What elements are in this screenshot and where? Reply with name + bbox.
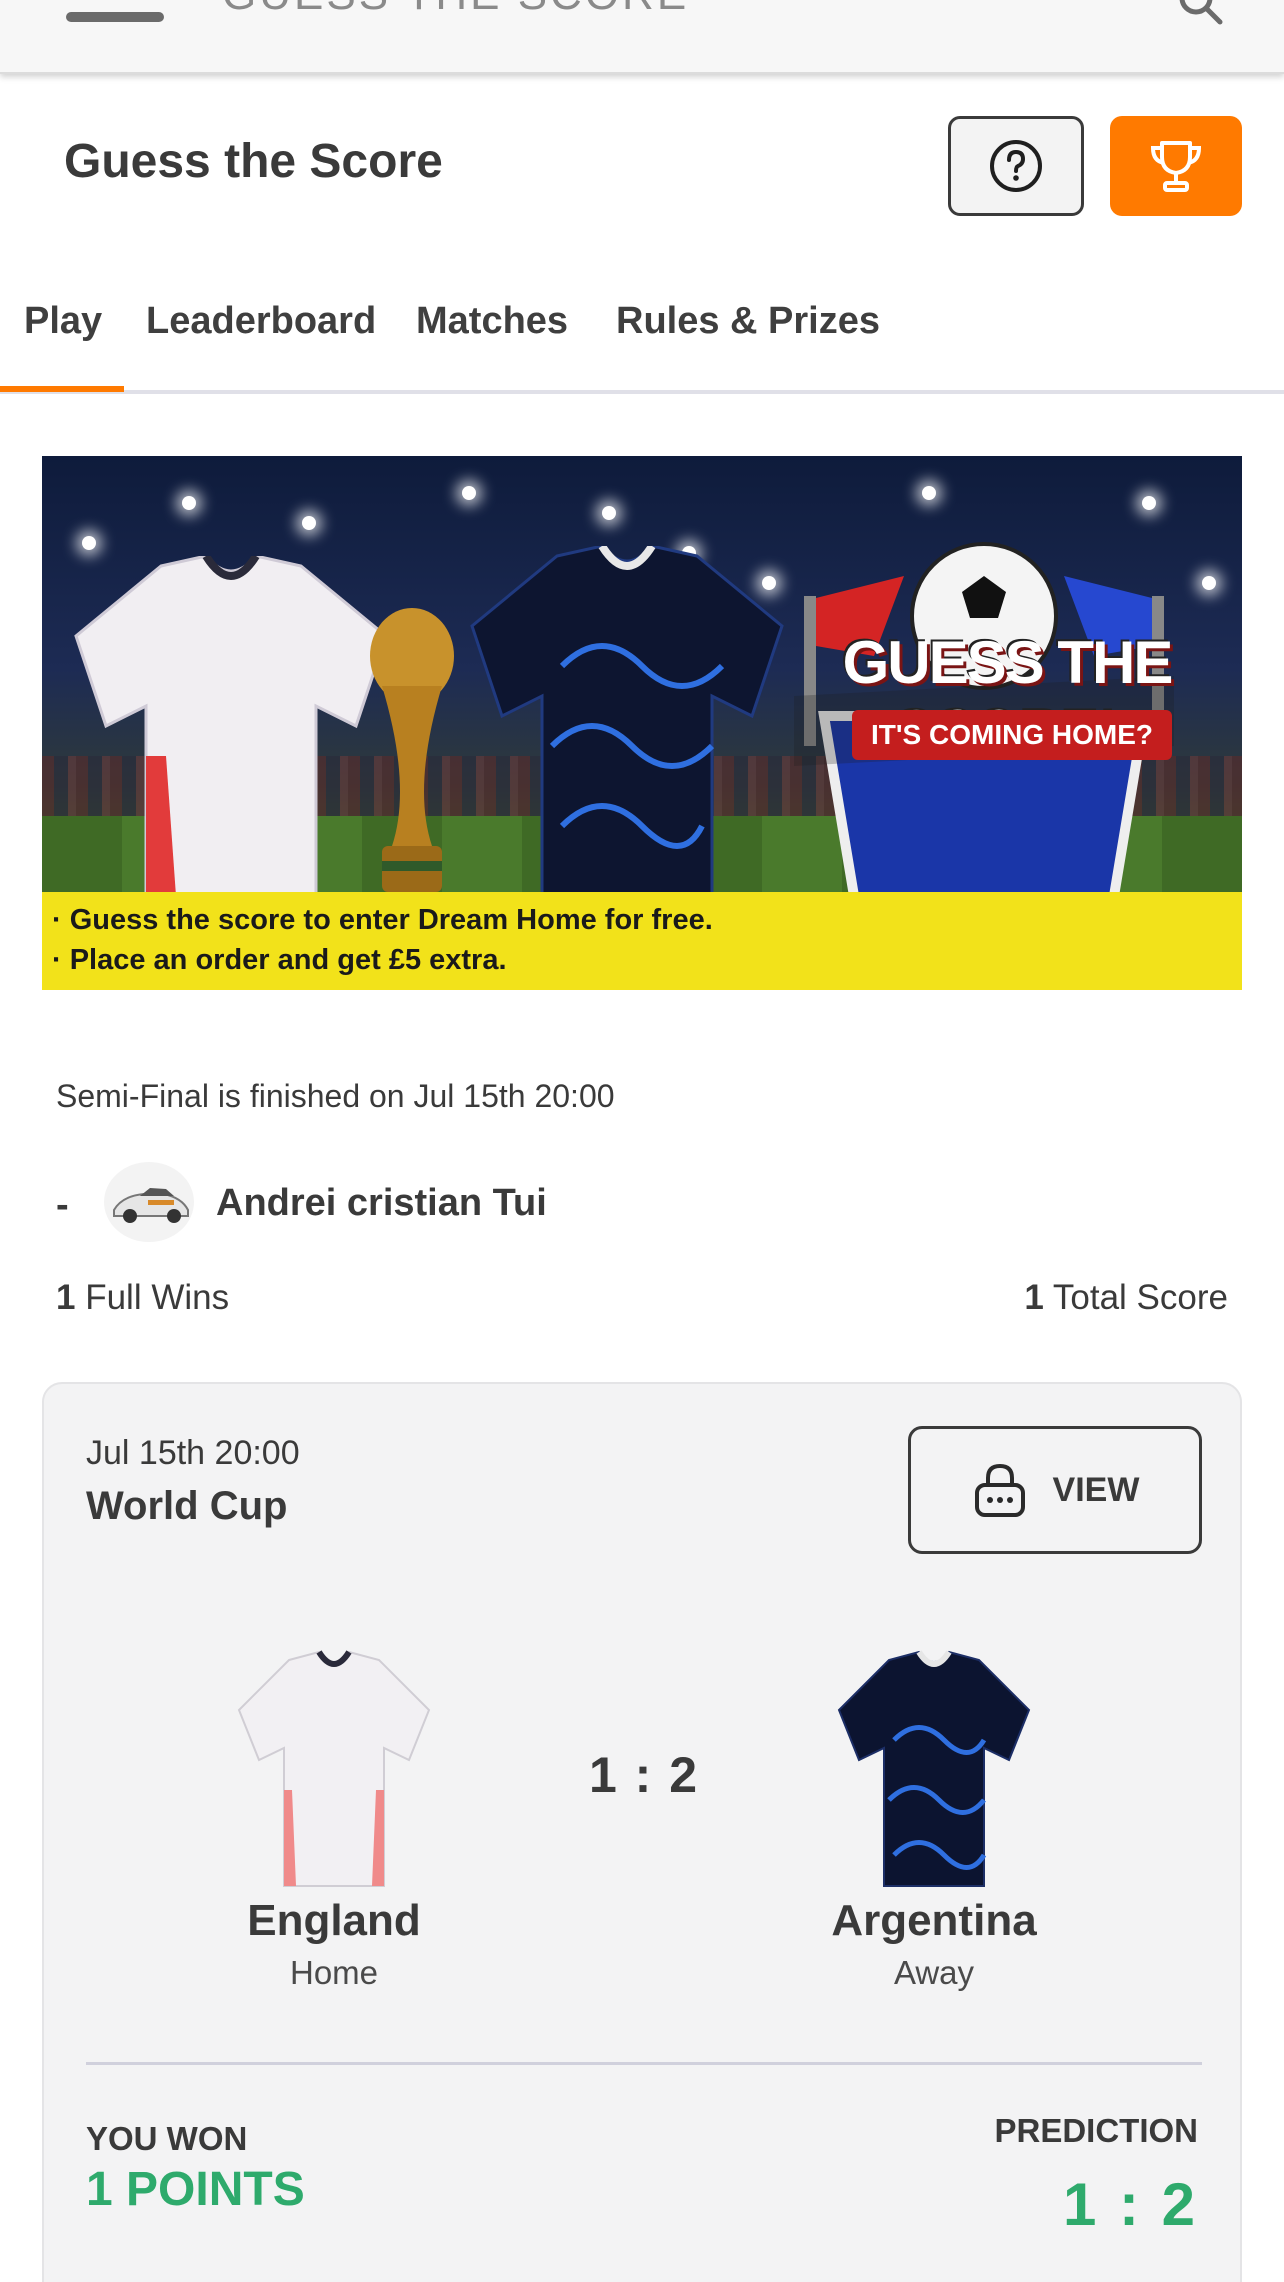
question-circle-icon — [990, 140, 1042, 192]
page-header: Guess the Score — [0, 74, 1284, 254]
total-score-value: 1 — [1024, 1278, 1044, 1317]
user-rank: - — [56, 1184, 69, 1226]
away-shirt-image — [837, 1650, 1031, 1887]
stats-row: 1 Full Wins 1 Total Score — [56, 1278, 1228, 1328]
away-team-name: Argentina — [831, 1896, 1037, 1945]
argentina-shirt-image — [470, 546, 784, 896]
prediction-label: PREDICTION — [994, 2112, 1198, 2149]
car-avatar-icon — [113, 1188, 189, 1223]
active-tab-indicator — [0, 386, 124, 392]
match-score: 1 : 2 — [588, 1747, 700, 1803]
menu-icon[interactable] — [66, 12, 164, 28]
banner-logo-subtitle: IT'S COMING HOME? — [852, 710, 1172, 760]
match-competition: World Cup — [86, 1484, 288, 1528]
banner-line-2: · Place an order and get £5 extra. — [52, 944, 507, 976]
search-icon[interactable] — [1178, 0, 1224, 26]
total-score-stat: 1 Total Score — [1024, 1278, 1228, 1318]
full-wins-value: 1 — [56, 1278, 76, 1317]
trophy-button[interactable] — [1110, 116, 1242, 216]
user-name: Andrei cristian Tui — [216, 1182, 547, 1224]
tab-play[interactable]: Play — [24, 300, 102, 343]
app-bar: GUESS THE SCORE — [0, 0, 1284, 74]
trophy-icon — [1150, 141, 1202, 192]
avatar — [104, 1162, 194, 1242]
full-wins-label: Full Wins — [85, 1278, 230, 1317]
app-bar-title: GUESS THE SCORE — [222, 0, 689, 20]
match-date: Jul 15th 20:00 — [86, 1434, 300, 1472]
promo-banner[interactable]: GUESS THE SCORE! IT'S COMING HOME? · Gue… — [42, 456, 1242, 990]
help-button[interactable] — [948, 116, 1084, 216]
away-team: Argentina Away — [784, 1650, 1084, 1992]
home-shirt-image — [237, 1650, 431, 1887]
match-card: Jul 15th 20:00 World Cup VIEW England Ho… — [42, 1382, 1242, 2282]
page-title: Guess the Score — [64, 135, 443, 188]
home-team-label: Home — [289, 1954, 379, 1991]
you-won-label: YOU WON — [86, 2120, 248, 2157]
home-team: England Home — [184, 1650, 484, 1992]
card-divider — [86, 2062, 1202, 2065]
user-row: - Andrei cristian Tui — [56, 1162, 1236, 1242]
tab-rules-prizes[interactable]: Rules & Prizes — [616, 300, 880, 343]
prediction-value: 1 : 2 — [1062, 2171, 1198, 2238]
round-status-text: Semi-Final is finished on Jul 15th 20:00 — [56, 1078, 615, 1114]
total-score-label: Total Score — [1052, 1278, 1228, 1317]
england-shirt-image — [74, 556, 388, 896]
you-won-value: 1 POINTS — [86, 2163, 305, 2216]
away-team-label: Away — [893, 1954, 975, 1991]
home-team-name: England — [247, 1896, 421, 1945]
view-button[interactable]: VIEW — [908, 1426, 1202, 1554]
world-cup-trophy-image — [370, 608, 454, 892]
banner-info-strip: · Guess the score to enter Dream Home fo… — [42, 892, 1242, 990]
banner-line-1: · Guess the score to enter Dream Home fo… — [52, 904, 713, 936]
tab-bar: Play Leaderboard Matches Rules & Prizes — [0, 290, 1284, 394]
view-button-label: VIEW — [1052, 1470, 1140, 1509]
full-wins-stat: 1 Full Wins — [56, 1278, 229, 1318]
tab-leaderboard[interactable]: Leaderboard — [146, 300, 376, 343]
tab-matches[interactable]: Matches — [416, 300, 568, 343]
lock-icon — [974, 1463, 1025, 1517]
